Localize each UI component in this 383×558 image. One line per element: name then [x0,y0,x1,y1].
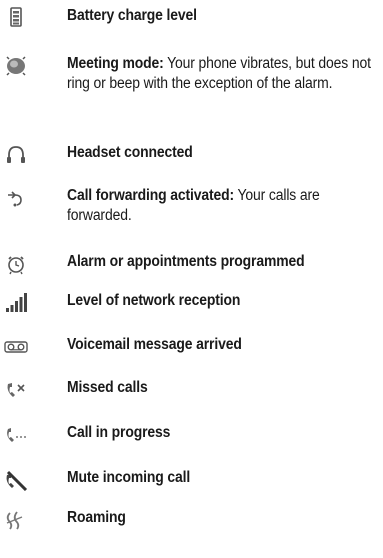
legend-term: Battery charge level [67,7,197,24]
battery-icon [2,7,30,29]
legend-term: Headset connected [67,144,193,161]
mute-icon [2,469,30,491]
legend-text: Meeting mode: Your phone vibrates, but d… [67,54,378,94]
legend-text: Level of network reception [67,291,378,311]
legend-text: Call forwarding activated: Your calls ar… [67,186,378,226]
status-icon-legend: Battery charge level Meeting mode: Your … [0,0,383,558]
call-forwarding-icon [2,187,30,209]
legend-text: Roaming [67,508,378,528]
call-in-progress-icon [2,424,30,446]
voicemail-icon [2,336,30,358]
legend-text: Headset connected [67,143,378,163]
roaming-icon [2,509,30,531]
legend-text: Mute incoming call [67,468,378,488]
legend-text: Alarm or appointments programmed [67,252,378,272]
legend-term: Voicemail message arrived [67,336,242,353]
legend-term: Level of network reception [67,292,241,309]
alarm-clock-icon [2,253,30,275]
legend-term: Missed calls [67,379,148,396]
legend-text: Missed calls [67,378,378,398]
legend-term: Meeting mode: [67,55,164,72]
headset-icon [2,144,30,166]
signal-strength-icon [2,292,30,314]
missed-calls-icon [2,379,30,401]
legend-term: Call forwarding activated: [67,187,235,204]
legend-term: Roaming [67,509,126,526]
legend-term: Alarm or appointments programmed [67,253,305,270]
legend-text: Battery charge level [67,6,378,26]
legend-text: Voicemail message arrived [67,335,378,355]
legend-text: Call in progress [67,423,378,443]
meeting-mode-icon [2,55,30,77]
legend-term: Mute incoming call [67,469,191,486]
legend-term: Call in progress [67,424,171,441]
